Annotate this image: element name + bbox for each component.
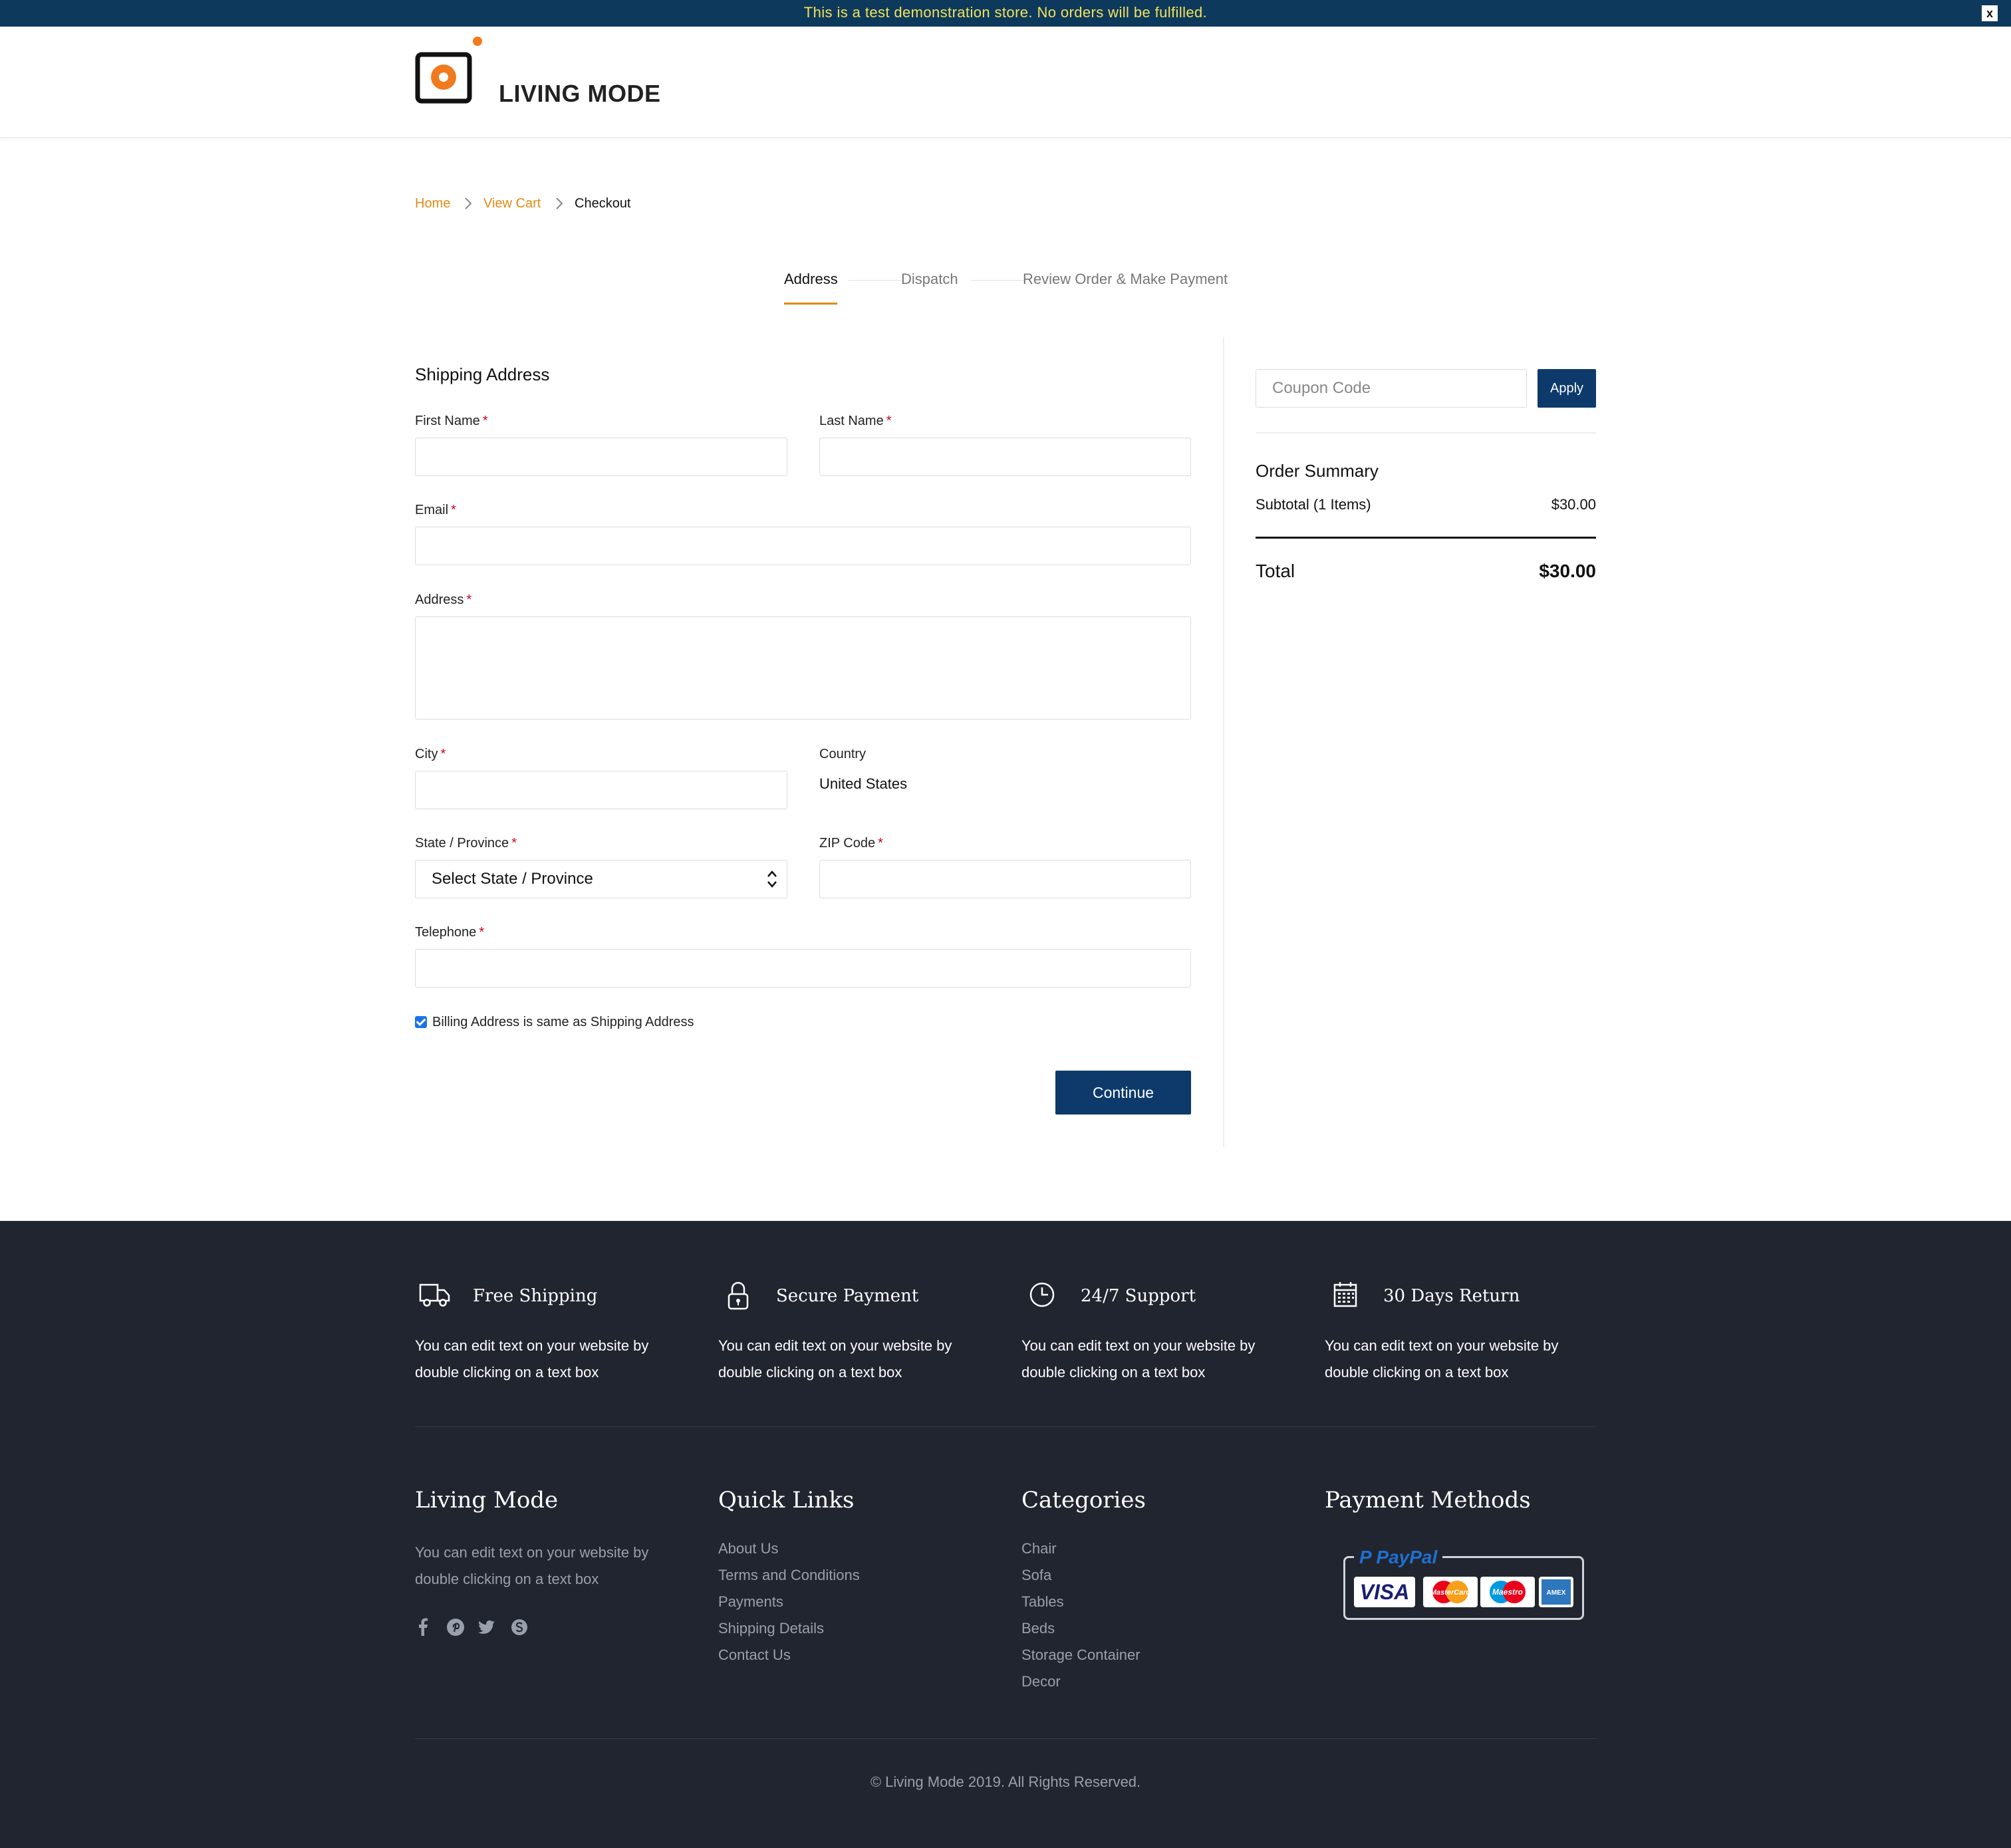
- step-dispatch[interactable]: Dispatch: [901, 271, 958, 288]
- copyright: © Living Mode 2019. All Rights Reserved.: [870, 1774, 1141, 1790]
- amex-card-icon: AMEX: [1539, 1577, 1573, 1607]
- total-divider: [1256, 537, 1596, 539]
- category-link[interactable]: Tables: [1021, 1593, 1064, 1611]
- billing-same-label[interactable]: Billing Address is same as Shipping Addr…: [432, 1015, 694, 1030]
- about-title: Living Mode: [415, 1487, 559, 1514]
- footer-divider: [415, 1426, 1596, 1427]
- step-address[interactable]: Address: [784, 271, 838, 288]
- last-name-label: Last Name *: [819, 414, 892, 428]
- lock-icon: [728, 1281, 749, 1310]
- feature-title: 30 Days Return: [1383, 1286, 1520, 1306]
- telephone-field[interactable]: [415, 949, 1191, 988]
- svg-text:MasterCard: MasterCard: [1430, 1589, 1471, 1597]
- clock-icon: [1029, 1282, 1055, 1307]
- subtotal-label: Subtotal (1 Items): [1256, 496, 1371, 513]
- mastercard-icon: MasterCard: [1423, 1577, 1478, 1607]
- category-link[interactable]: Chair: [1021, 1540, 1057, 1557]
- address-label: Address *: [415, 593, 472, 607]
- svg-text:AMEX: AMEX: [1547, 1589, 1566, 1597]
- breadcrumb-home[interactable]: Home: [415, 196, 450, 211]
- site-header: LIVING MODE: [0, 27, 2011, 138]
- feature-text: You can edit text on your website by dou…: [415, 1337, 649, 1381]
- column-divider: [1223, 337, 1224, 1147]
- feature-title: Free Shipping: [473, 1286, 598, 1306]
- visa-card-icon: VISA: [1354, 1577, 1415, 1607]
- country-value: United States: [819, 775, 908, 792]
- zip-field[interactable]: [819, 860, 1191, 898]
- coupon-input[interactable]: Coupon Code: [1256, 369, 1527, 408]
- categories-title: Categories: [1021, 1487, 1146, 1514]
- quick-links-title: Quick Links: [718, 1487, 855, 1514]
- feature-text: You can edit text on your website by dou…: [718, 1337, 952, 1381]
- continue-button[interactable]: Continue: [1055, 1071, 1191, 1115]
- logo-icon[interactable]: [415, 35, 484, 104]
- city-field[interactable]: [415, 771, 787, 809]
- feature-text: You can edit text on your website by dou…: [1325, 1337, 1559, 1381]
- about-text: You can edit text on your website by dou…: [415, 1544, 649, 1587]
- category-link[interactable]: Storage Container: [1021, 1647, 1140, 1664]
- category-link[interactable]: Decor: [1021, 1673, 1061, 1690]
- quick-link[interactable]: Terms and Conditions: [718, 1567, 860, 1584]
- state-select-value: Select State / Province: [432, 870, 593, 888]
- step-connector: [971, 280, 1024, 281]
- quick-link[interactable]: Payments: [718, 1593, 783, 1611]
- chevron-right-icon: [465, 198, 472, 209]
- email-label: Email *: [415, 503, 456, 517]
- city-label: City *: [415, 747, 446, 761]
- divider: [1256, 432, 1596, 434]
- breadcrumb-current: Checkout: [575, 196, 631, 211]
- category-link[interactable]: Sofa: [1021, 1567, 1051, 1584]
- feature-text: You can edit text on your website by dou…: [1021, 1337, 1256, 1381]
- coupon-placeholder: Coupon Code: [1272, 379, 1371, 397]
- brand-name[interactable]: LIVING MODE: [499, 80, 661, 108]
- feature-title: 24/7 Support: [1081, 1286, 1196, 1306]
- svg-text:Maestro: Maestro: [1492, 1587, 1523, 1597]
- twitter-icon[interactable]: [476, 1617, 496, 1637]
- category-link[interactable]: Beds: [1021, 1620, 1055, 1637]
- quick-link[interactable]: About Us: [718, 1540, 779, 1557]
- banner-text: This is a test demonstration store. No o…: [803, 4, 1208, 21]
- paypal-logo: P PayPal: [1354, 1547, 1443, 1571]
- skype-icon[interactable]: [509, 1617, 529, 1637]
- feature-title: Secure Payment: [776, 1286, 919, 1306]
- total-label: Total: [1256, 561, 1295, 581]
- total-value: $30.00: [1539, 561, 1596, 581]
- select-arrows-icon: [767, 870, 777, 888]
- quick-link[interactable]: Shipping Details: [718, 1620, 824, 1637]
- zip-label: ZIP Code *: [819, 836, 883, 851]
- maestro-card-icon: Maestro: [1480, 1577, 1535, 1607]
- country-label: Country: [819, 747, 867, 761]
- truck-icon: [419, 1283, 450, 1307]
- chevron-right-icon: [556, 198, 563, 209]
- apply-button[interactable]: Apply: [1538, 369, 1596, 408]
- address-textarea[interactable]: [415, 616, 1191, 720]
- email-field[interactable]: [415, 527, 1191, 565]
- banner-close-button[interactable]: x: [1982, 5, 1998, 21]
- breadcrumb-cart[interactable]: View Cart: [483, 196, 541, 211]
- step-active-indicator: [784, 303, 837, 305]
- order-summary-title: Order Summary: [1256, 461, 1379, 481]
- calendar-icon: [1333, 1282, 1357, 1307]
- last-name-field[interactable]: [819, 438, 1191, 476]
- telephone-label: Telephone *: [415, 925, 485, 940]
- step-connector: [849, 280, 902, 281]
- payment-methods-title: Payment Methods: [1325, 1487, 1531, 1514]
- state-select[interactable]: Select State / Province: [415, 860, 787, 898]
- step-review[interactable]: Review Order & Make Payment: [1023, 271, 1228, 288]
- quick-link[interactable]: Contact Us: [718, 1647, 791, 1664]
- form-title: Shipping Address: [415, 364, 550, 384]
- first-name-label: First Name *: [415, 414, 488, 428]
- footer-divider: [415, 1738, 1596, 1739]
- demo-banner: This is a test demonstration store. No o…: [0, 0, 2011, 27]
- site-footer: [0, 1221, 2011, 1848]
- billing-same-checkbox[interactable]: [415, 1016, 427, 1028]
- first-name-field[interactable]: [415, 438, 787, 476]
- pinterest-icon[interactable]: [446, 1617, 466, 1637]
- state-label: State / Province *: [415, 836, 517, 851]
- subtotal-value: $30.00: [1551, 496, 1596, 513]
- facebook-icon[interactable]: [416, 1617, 430, 1637]
